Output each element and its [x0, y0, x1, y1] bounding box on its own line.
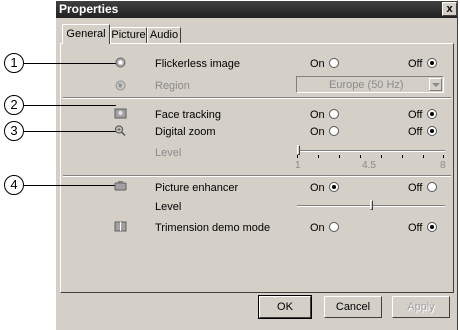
tab-picture[interactable]: Picture	[110, 27, 147, 43]
callout-2-leader	[24, 105, 116, 106]
digital-zoom-on-radio[interactable]	[329, 126, 339, 136]
zoom-level-track	[297, 150, 445, 152]
cancel-button[interactable]: Cancel	[324, 296, 382, 318]
zoom-tick	[402, 155, 403, 158]
trimension-label: Trimension demo mode	[155, 222, 271, 234]
face-tracking-off-label: Off	[408, 109, 423, 121]
zoom-level-max: 8	[440, 160, 446, 171]
flickerless-off-radio[interactable]	[427, 58, 437, 68]
trimension-off-radio[interactable]	[427, 222, 437, 232]
window-title: Properties	[59, 2, 119, 16]
face-tracking-label: Face tracking	[155, 109, 222, 121]
callout-3: 3	[4, 121, 24, 141]
picture-enhancer-on-radio[interactable]	[329, 182, 339, 192]
flicker-icon	[115, 57, 126, 68]
face-tracking-on-radio[interactable]	[329, 109, 339, 119]
trimension-on-label: On	[310, 222, 325, 234]
picture-enhancer-on-label: On	[310, 182, 325, 194]
divider	[63, 97, 451, 99]
digital-zoom-label: Digital zoom	[155, 126, 216, 138]
ok-button[interactable]: OK	[258, 295, 312, 319]
picture-enhancer-off-label: Off	[408, 182, 423, 194]
face-tracking-icon	[114, 108, 127, 119]
picture-enhancer-label: Picture enhancer	[155, 182, 239, 194]
region-label: Region	[155, 80, 190, 92]
callout-2: 2	[4, 95, 24, 115]
flickerless-label: Flickerless image	[155, 58, 240, 70]
zoom-tick	[339, 155, 340, 158]
enhancer-level-label: Level	[155, 201, 182, 213]
globe-icon	[115, 80, 126, 91]
zoom-tick	[381, 155, 382, 158]
zoom-tick	[423, 155, 424, 158]
zoom-tick	[360, 155, 361, 158]
flickerless-off-label: Off	[408, 58, 423, 70]
region-select-value: Europe (50 Hz)	[329, 79, 404, 91]
digital-zoom-off-radio[interactable]	[427, 126, 437, 136]
zoom-level-min: 1	[295, 160, 301, 171]
callout-4: 4	[4, 175, 24, 195]
tab-general[interactable]: General	[62, 24, 110, 44]
title-bar: Properties x	[56, 1, 457, 18]
callout-4-leader	[24, 185, 116, 186]
divider	[63, 175, 451, 177]
trimension-off-label: Off	[408, 222, 423, 234]
trimension-icon	[114, 221, 127, 232]
region-select[interactable]: Europe (50 Hz)	[296, 76, 444, 93]
callout-1-leader	[24, 63, 116, 64]
enhancer-level-slider-thumb[interactable]	[369, 200, 373, 210]
tab-audio[interactable]: Audio	[147, 27, 181, 43]
digital-zoom-off-label: Off	[408, 126, 423, 138]
chevron-down-icon[interactable]	[429, 78, 442, 91]
trimension-on-radio[interactable]	[329, 222, 339, 232]
zoom-tick	[318, 155, 319, 158]
enhancer-icon	[114, 181, 127, 191]
zoom-tick	[297, 155, 298, 158]
digital-zoom-on-label: On	[310, 126, 325, 138]
zoom-icon	[114, 125, 126, 136]
face-tracking-on-label: On	[310, 109, 325, 121]
zoom-level-mid: 4.5	[362, 160, 376, 171]
flickerless-on-radio[interactable]	[329, 58, 339, 68]
picture-enhancer-off-radio[interactable]	[427, 182, 437, 192]
flickerless-on-label: On	[310, 58, 325, 70]
callout-1: 1	[4, 53, 24, 73]
close-button[interactable]: x	[442, 2, 457, 16]
apply-button[interactable]: Apply	[392, 296, 450, 318]
zoom-level-slider-thumb[interactable]	[297, 145, 300, 155]
zoom-level-label: Level	[155, 147, 182, 159]
zoom-tick	[443, 155, 444, 158]
callout-3-leader	[24, 131, 116, 132]
face-tracking-off-radio[interactable]	[427, 109, 437, 119]
